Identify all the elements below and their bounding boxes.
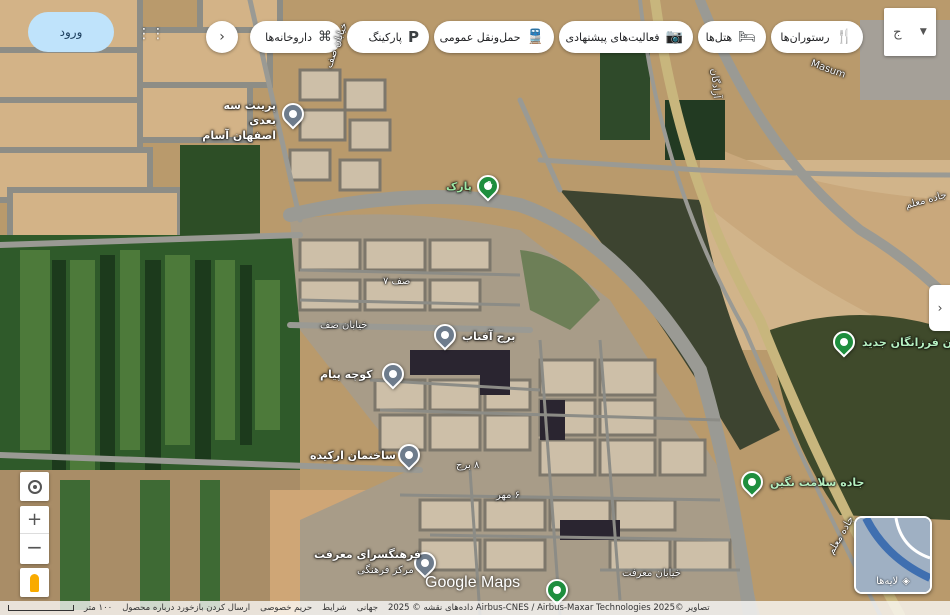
place-label-park[interactable]: پارک [446, 180, 472, 193]
chip-parking[interactable]: P پارکینگ [347, 21, 429, 53]
restaurant-icon: 🍴 [835, 29, 853, 45]
place-label-culture[interactable]: فرهنگسرای معرفت [314, 548, 421, 561]
road-label: خیابان صف [320, 320, 368, 331]
attribution-bar: تصاویر ©2025 Airbus-CNES / Airbus-Maxar … [0, 601, 950, 615]
place-label-tower[interactable]: برج آفتاب [462, 330, 515, 343]
scale-label[interactable]: ۱۰۰ متر [84, 603, 112, 613]
expand-side-panel-button[interactable]: › [929, 285, 950, 331]
privacy-link[interactable]: حریم خصوصی [260, 603, 312, 613]
country-link[interactable]: جهانی [357, 603, 378, 613]
chip-hotels[interactable]: 🛏 هتل‌ها [698, 21, 766, 53]
chip-pharmacies[interactable]: ⌘ داروخانه‌ها [250, 21, 342, 53]
chip-restaurants[interactable]: 🍴 رستوران‌ها [771, 21, 863, 53]
chip-hotels-label: هتل‌ها [705, 30, 733, 44]
road-label: ۸ برج [456, 460, 480, 471]
tree-icon: ⚘ [484, 179, 494, 192]
google-maps-logo: Google Maps [425, 574, 521, 591]
imagery-attribution: تصاویر ©2025 Airbus-CNES / Airbus-Maxar … [387, 603, 710, 613]
chip-things-to-do[interactable]: 📷 فعالیت‌های پیشنهادی [559, 21, 693, 53]
my-location-button[interactable] [20, 472, 49, 501]
layers-icon: ◈ [902, 575, 910, 587]
zoom-in-button[interactable]: + [20, 506, 49, 534]
layers-label: لایه‌ها [876, 575, 899, 587]
search-box-collapsed[interactable]: ج ▼ [884, 8, 936, 56]
signin-button[interactable]: ورود [28, 12, 114, 52]
crosshair-icon [27, 479, 42, 494]
chevron-right-icon: › [937, 301, 943, 315]
train-icon: 🚆 [526, 29, 544, 45]
apps-grid-icon[interactable]: ⋮⋮ [137, 24, 165, 44]
satellite-map[interactable] [0, 0, 950, 615]
layers-button[interactable]: ◈ لایه‌ها [854, 516, 932, 594]
pegman-icon [30, 573, 39, 592]
road-label: صف ۷ [383, 276, 411, 287]
place-sublabel-culture: مرکز فرهنگی [357, 565, 414, 576]
road-label: ۶ مهر [496, 490, 521, 501]
chip-transit-label: حمل‌ونقل عمومی [439, 30, 521, 44]
search-box-label: ج [893, 24, 902, 40]
place-label-farzanegan[interactable]: هنرستان فرزانگان جدید [862, 336, 950, 349]
street-view-pegman[interactable] [20, 568, 49, 597]
place-label-alley[interactable]: کوچه پیام [320, 368, 373, 381]
chip-transit[interactable]: 🚆 حمل‌ونقل عمومی [434, 21, 554, 53]
parking-icon: P [408, 27, 419, 46]
terms-link[interactable]: شرایط [322, 603, 347, 613]
chip-parking-label: پارکینگ [368, 30, 402, 44]
scale-bar [8, 605, 74, 611]
chevron-right-icon: › [219, 29, 225, 45]
road-label: خیابان معرفت [622, 568, 681, 579]
camera-icon: 📷 [665, 29, 683, 45]
pharmacy-icon: ⌘ [318, 29, 332, 45]
signin-label: ورود [59, 25, 83, 39]
chip-pharmacies-label: داروخانه‌ها [265, 30, 312, 44]
zoom-out-button[interactable]: − [20, 534, 49, 562]
place-label-building[interactable]: ساختمان ارکیده [310, 449, 396, 462]
chip-restaurants-label: رستوران‌ها [780, 30, 830, 44]
caret-down-icon: ▼ [919, 27, 927, 37]
chips-scroll-right-button[interactable]: › [206, 21, 238, 53]
place-label-bookstore[interactable]: پرینت سه بعدی اصفهان آسام [196, 98, 276, 143]
feedback-link[interactable]: ارسال کردن بازخورد درباره محصول [122, 603, 250, 613]
bed-icon: 🛏 [738, 29, 756, 45]
chip-things-to-do-label: فعالیت‌های پیشنهادی [565, 30, 660, 44]
place-label-health-road[interactable]: جاده سلامت نگین [770, 476, 864, 489]
zoom-controls: + − [20, 506, 49, 564]
